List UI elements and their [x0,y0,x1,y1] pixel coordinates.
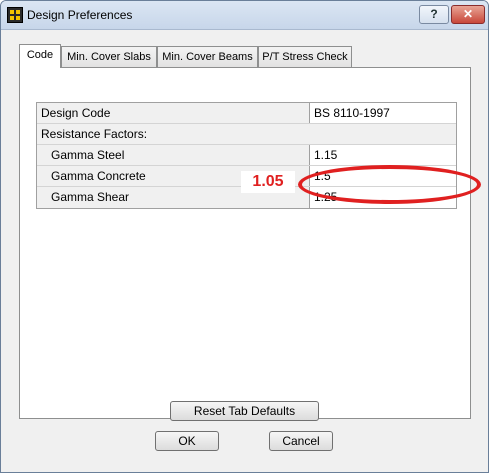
grid-row-design-code[interactable]: Design Code BS 8110-1997 [37,103,456,124]
close-button[interactable]: ✕ [451,5,485,24]
code-tab-panel: Design Code BS 8110-1997 Resistance Fact… [19,67,481,419]
app-grid-icon [7,7,23,23]
tab-min-cover-beams[interactable]: Min. Cover Beams [157,46,258,67]
annotation-highlight-ellipse [298,165,481,204]
design-preferences-dialog: Design Preferences ? ✕ Code Min. Cover S… [0,0,489,473]
grid-row-resistance-factors: Resistance Factors: [37,124,456,145]
ok-button[interactable]: OK [155,431,219,451]
dialog-client-area: Code Min. Cover Slabs Min. Cover Beams P… [8,33,481,465]
grid-row-gamma-steel[interactable]: Gamma Steel 1.15 [37,145,456,166]
annotation-value-label: 1.05 [241,171,295,193]
reset-tab-defaults-button[interactable]: Reset Tab Defaults [170,401,319,421]
design-code-value[interactable]: BS 8110-1997 [310,103,456,123]
window-title: Design Preferences [27,8,133,22]
design-code-label: Design Code [37,103,310,123]
tab-pt-stress-check[interactable]: P/T Stress Check [258,46,352,67]
gamma-steel-value[interactable]: 1.15 [310,145,456,165]
gamma-steel-label: Gamma Steel [37,145,310,165]
title-bar: Design Preferences ? ✕ [1,1,488,30]
tab-code[interactable]: Code [19,44,61,68]
help-button[interactable]: ? [419,5,449,24]
cancel-button[interactable]: Cancel [269,431,333,451]
tab-min-cover-slabs[interactable]: Min. Cover Slabs [61,46,157,67]
resistance-factors-label: Resistance Factors: [37,124,456,144]
